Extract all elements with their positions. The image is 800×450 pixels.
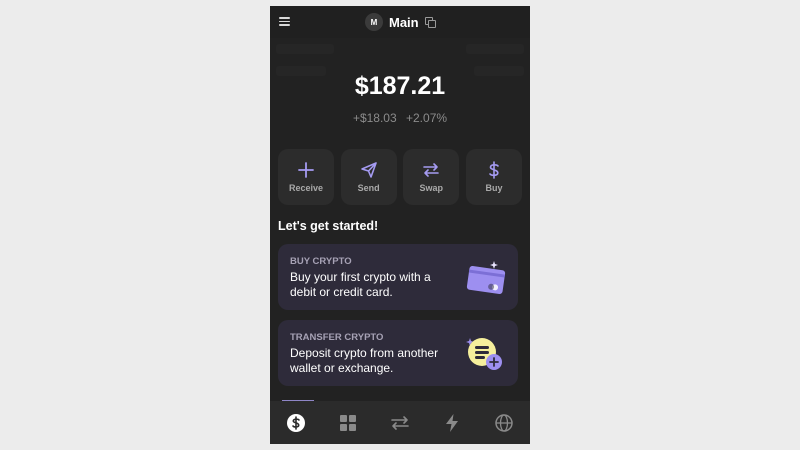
change-amount: +$18.03 [352,111,397,125]
account-name: Main [389,14,419,30]
top-bar: M Main [270,6,530,38]
quick-actions: Receive Send Swap Buy [278,149,522,205]
globe-icon [495,413,513,432]
balance-change: +$18.03 +2.07% [270,111,530,125]
lightning-icon [446,413,458,432]
tab-collectibles[interactable] [335,410,361,436]
transfer-icon [391,415,409,430]
tab-swap[interactable] [387,410,413,436]
grid-icon [340,414,356,431]
account-switcher[interactable]: M Main [365,12,436,32]
receive-label: Receive [288,183,324,193]
tab-browser[interactable] [491,410,517,436]
transfer-crypto-card[interactable]: TRANSFER CRYPTO Deposit crypto from anot… [278,320,518,386]
account-avatar: M [365,13,383,31]
bottom-nav [270,401,530,444]
card-kicker: TRANSFER CRYPTO [290,332,384,343]
card-text: Deposit crypto from another wallet or ex… [290,346,439,375]
send-button[interactable]: Send [340,149,397,205]
swap-icon [423,163,440,177]
total-balance: $187.21 [354,72,446,100]
tab-wallet[interactable] [283,410,309,436]
menu-icon[interactable] [279,17,290,26]
faded-placeholder [466,44,524,54]
swap-button[interactable]: Swap [403,149,460,205]
card-text: Buy your first crypto with a debit or cr… [290,270,431,299]
buy-label: Buy [485,183,503,193]
send-icon [360,162,377,178]
change-percent: +2.07% [406,111,448,125]
send-label: Send [357,183,380,193]
credit-card-icon [466,261,506,295]
wallet-screen: M Main $187.21 +$18.03 +2.07% Receive Se… [270,6,530,444]
card-kicker: BUY CRYPTO [290,256,352,267]
dollar-circle-icon [287,413,305,432]
buy-crypto-card[interactable]: BUY CRYPTO Buy your first crypto with a … [278,244,518,310]
swap-label: Swap [419,183,444,193]
buy-button[interactable]: Buy [465,149,522,205]
deposit-coin-icon [466,338,502,370]
plus-icon [298,162,314,178]
copy-icon[interactable] [424,17,436,28]
faded-placeholder [276,44,334,54]
tab-activity[interactable] [439,410,465,436]
receive-button[interactable]: Receive [278,149,334,205]
dollar-icon [489,161,499,179]
section-title: Let's get started! [278,219,379,233]
balance-panel: $187.21 +$18.03 +2.07% [270,38,530,146]
